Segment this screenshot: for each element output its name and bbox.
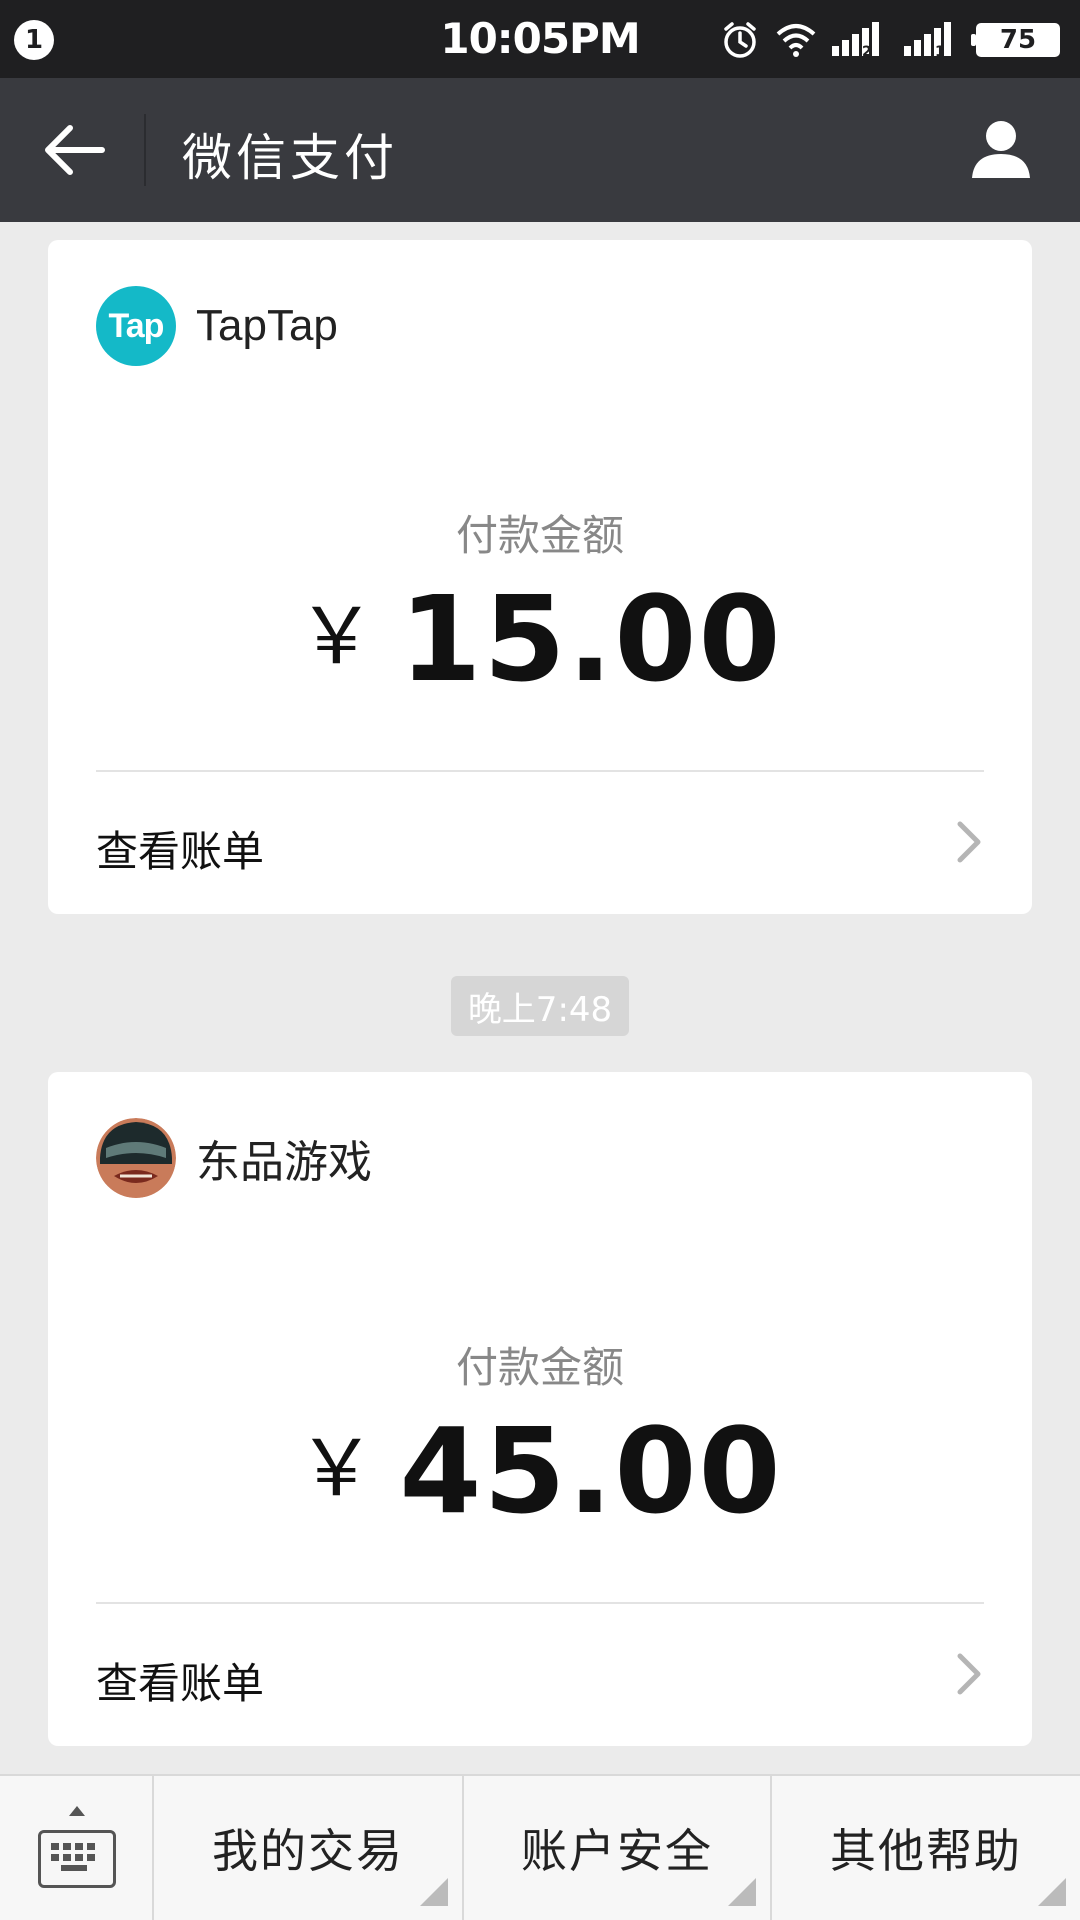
title-bar: 微信支付 bbox=[0, 78, 1080, 222]
keyboard-toggle-button[interactable] bbox=[0, 1776, 154, 1920]
menu-other-help[interactable]: 其他帮助 bbox=[772, 1776, 1080, 1920]
chevron-right-icon bbox=[957, 1653, 981, 1695]
payment-card: Tap TapTap 付款金额 ￥ 15.00 查看账单 bbox=[48, 240, 1032, 914]
amount-value: 45.00 bbox=[399, 1402, 783, 1540]
merchant-name: TapTap bbox=[196, 301, 338, 350]
taptap-logo-icon: Tap bbox=[96, 286, 176, 366]
view-bill-label: 查看账单 bbox=[96, 827, 265, 876]
submenu-corner-icon bbox=[420, 1878, 448, 1906]
currency-symbol: ￥ bbox=[297, 592, 376, 682]
merchant-name: 东品游戏 bbox=[196, 1137, 372, 1188]
game-avatar-icon bbox=[96, 1118, 176, 1198]
keyboard-icon bbox=[38, 1830, 116, 1888]
payment-card: 东品游戏 付款金额 ￥ 45.00 查看账单 bbox=[48, 1072, 1032, 1746]
menu-label: 我的交易 bbox=[212, 1824, 404, 1878]
merchant-header: 东品游戏 bbox=[96, 1118, 372, 1198]
view-bill-label: 查看账单 bbox=[96, 1659, 265, 1708]
menu-label: 其他帮助 bbox=[830, 1824, 1022, 1878]
menu-my-transactions[interactable]: 我的交易 bbox=[154, 1776, 464, 1920]
view-bill-link[interactable]: 查看账单 bbox=[48, 1604, 1032, 1746]
amount-label: 付款金额 bbox=[455, 1343, 624, 1392]
submenu-corner-icon bbox=[1038, 1878, 1066, 1906]
payment-amount: ￥ 45.00 bbox=[48, 1402, 1032, 1540]
signal-sim2-icon: 2 bbox=[832, 22, 879, 58]
menu-account-security[interactable]: 账户安全 bbox=[464, 1776, 772, 1920]
bottom-menu-bar: 我的交易 账户安全 其他帮助 bbox=[0, 1774, 1080, 1920]
caret-up-icon bbox=[69, 1806, 85, 1816]
person-icon[interactable] bbox=[970, 118, 1032, 180]
chevron-right-icon bbox=[957, 821, 981, 863]
signal-sim1-icon: 1 bbox=[904, 22, 951, 58]
amount-value: 15.00 bbox=[399, 570, 783, 708]
taptap-logo-text: Tap bbox=[108, 306, 165, 345]
arrow-left-icon[interactable] bbox=[40, 120, 110, 180]
status-icons: 2 1 75 bbox=[720, 16, 1060, 64]
status-bar: 1 10:05PM 2 1 75 bbox=[0, 0, 1080, 78]
svg-text:1: 1 bbox=[935, 44, 945, 58]
menu-label: 账户安全 bbox=[521, 1824, 713, 1878]
merchant-header: Tap TapTap bbox=[96, 286, 338, 366]
battery-icon: 75 bbox=[971, 23, 1060, 57]
view-bill-link[interactable]: 查看账单 bbox=[48, 772, 1032, 914]
message-timestamp: 晚上7:48 bbox=[451, 976, 629, 1036]
page-title: 微信支付 bbox=[182, 129, 398, 187]
alarm-icon bbox=[724, 22, 756, 58]
payment-amount: ￥ 15.00 bbox=[48, 570, 1032, 708]
submenu-corner-icon bbox=[728, 1878, 756, 1906]
svg-text:2: 2 bbox=[862, 44, 872, 58]
title-divider bbox=[144, 114, 146, 186]
amount-label: 付款金额 bbox=[455, 511, 624, 560]
currency-symbol: ￥ bbox=[297, 1424, 376, 1514]
wifi-icon bbox=[776, 24, 816, 57]
